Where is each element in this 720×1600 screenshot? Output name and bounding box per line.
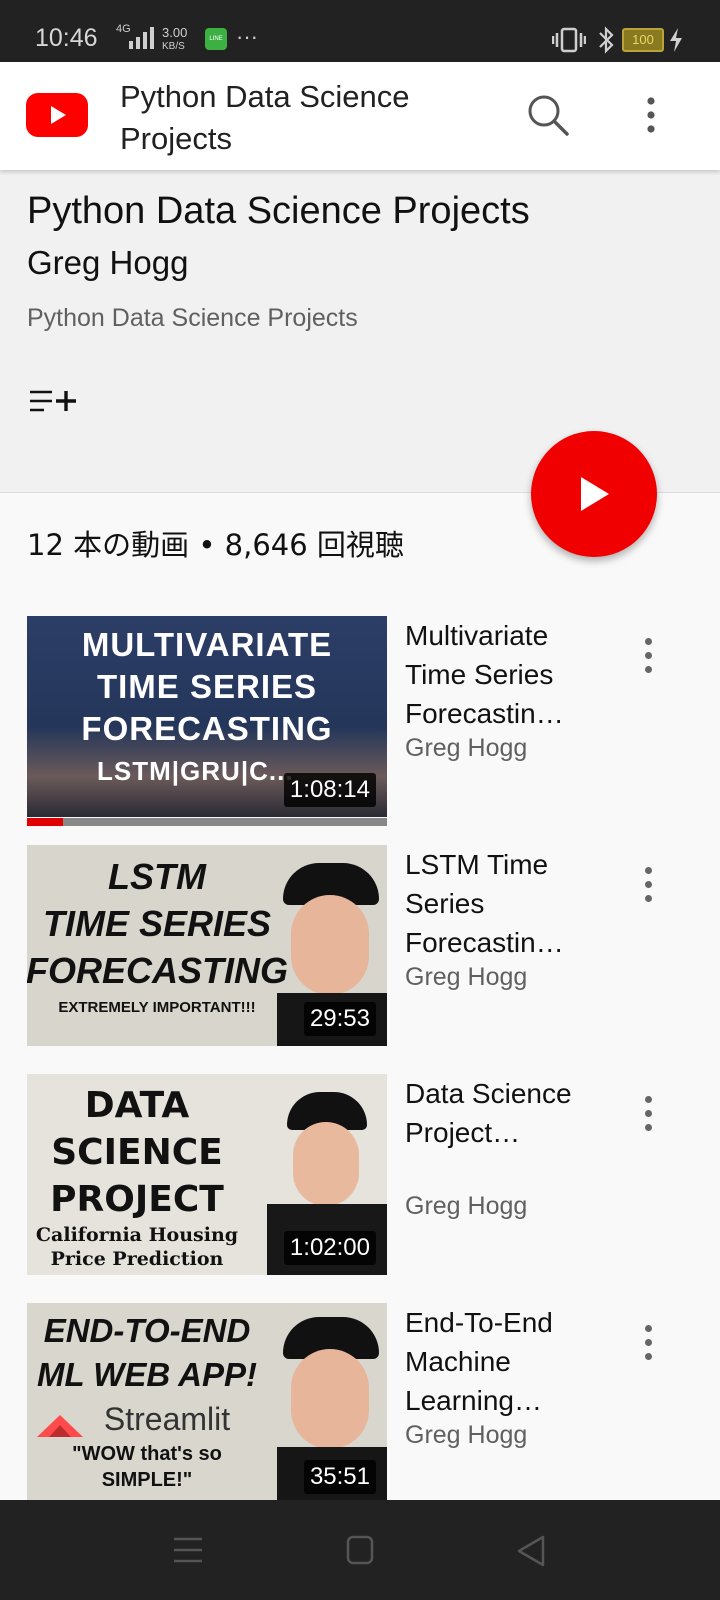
line-app-icon: LINE	[205, 28, 227, 50]
play-all-button[interactable]	[531, 431, 657, 557]
bluetooth-icon	[599, 26, 614, 54]
playlist-description: Python Data Science Projects	[27, 304, 358, 332]
video-duration: 1:02:00	[283, 1231, 376, 1265]
youtube-logo-icon[interactable]	[26, 93, 88, 137]
status-bar: 10:46 4G 3.00 KB/S LINE ··· 100	[0, 0, 720, 62]
charging-icon	[670, 28, 682, 52]
video-title[interactable]: Data Science Project…	[405, 1074, 595, 1152]
signal-icon	[129, 27, 154, 49]
video-list-item[interactable]: LSTM TIME SERIES FORECASTING EXTREMELY I…	[0, 845, 720, 1048]
vibrate-icon	[552, 27, 586, 53]
video-channel[interactable]: Greg Hogg	[405, 963, 527, 992]
playlist-owner[interactable]: Greg Hogg	[27, 244, 188, 282]
video-duration: 29:53	[303, 1002, 376, 1036]
playlist-stats: 12 本の動画 • 8,646 回視聴	[27, 528, 404, 562]
more-vertical-icon[interactable]	[628, 1096, 668, 1146]
search-icon[interactable]	[525, 92, 571, 138]
net-speed-value: 3.00	[162, 25, 188, 40]
video-channel[interactable]: Greg Hogg	[405, 734, 527, 763]
more-vertical-icon[interactable]	[644, 96, 658, 134]
playlist-title: Python Data Science Projects	[27, 190, 530, 232]
net-speed-unit: KB/S	[162, 41, 185, 52]
more-vertical-icon[interactable]	[628, 867, 668, 917]
video-duration: 1:08:14	[283, 773, 376, 807]
app-bar-title: Python Data Science Projects	[120, 79, 410, 156]
thumbnail-text: TIME SERIES	[96, 668, 318, 705]
video-list-item[interactable]: DATA SCIENCE PROJECT California Housing …	[0, 1074, 720, 1277]
video-title[interactable]: Multivariate Time Series Forecastin…	[405, 616, 595, 733]
line-app-label: LINE	[209, 36, 223, 42]
thumbnail-text: FORECASTING	[81, 710, 333, 747]
watch-progress-bar	[27, 818, 387, 826]
more-vertical-icon[interactable]	[628, 638, 668, 688]
battery-level: 100	[632, 32, 654, 47]
video-thumbnail[interactable]: LSTM TIME SERIES FORECASTING EXTREMELY I…	[27, 845, 387, 1046]
streamlit-logo-icon	[37, 1415, 83, 1437]
back-triangle-icon[interactable]	[516, 1535, 546, 1567]
more-vertical-icon[interactable]	[628, 1325, 668, 1375]
video-list-item[interactable]: END-TO-END ML WEB APP! Streamlit "WOW th…	[0, 1303, 720, 1506]
home-square-icon[interactable]	[346, 1535, 374, 1565]
play-icon	[581, 477, 609, 511]
thumbnail-text: MULTIVARIATE	[81, 626, 333, 663]
watch-progress-fill	[27, 818, 63, 826]
video-channel[interactable]: Greg Hogg	[405, 1192, 527, 1221]
video-list-item[interactable]: MULTIVARIATE TIME SERIES FORECASTING LST…	[0, 616, 720, 826]
battery-icon: 100	[622, 28, 664, 52]
menu-icon[interactable]	[173, 1536, 203, 1564]
status-more: ···	[236, 24, 258, 49]
video-thumbnail[interactable]: MULTIVARIATE TIME SERIES FORECASTING LST…	[27, 616, 387, 817]
video-title-text: Multivariate Time Series Forecastin…	[405, 620, 564, 729]
video-title[interactable]: LSTM Time Series Forecastin…	[405, 845, 595, 962]
video-thumbnail[interactable]: DATA SCIENCE PROJECT California Housing …	[27, 1074, 387, 1275]
video-title[interactable]: End-To-End Machine Learning…	[405, 1303, 595, 1420]
video-thumbnail[interactable]: END-TO-END ML WEB APP! Streamlit "WOW th…	[27, 1303, 387, 1504]
video-channel[interactable]: Greg Hogg	[405, 1421, 527, 1450]
add-to-queue-icon[interactable]	[30, 388, 78, 416]
video-title-text: Data Science Project…	[405, 1078, 572, 1148]
status-time: 10:46	[35, 24, 98, 52]
video-duration: 35:51	[303, 1460, 376, 1494]
app-bar: Python Data Science Projects	[0, 62, 720, 170]
video-title-text: LSTM Time Series Forecastin…	[405, 849, 564, 958]
system-nav-bar	[0, 1500, 720, 1600]
video-title-text: End-To-End Machine Learning…	[405, 1307, 553, 1416]
